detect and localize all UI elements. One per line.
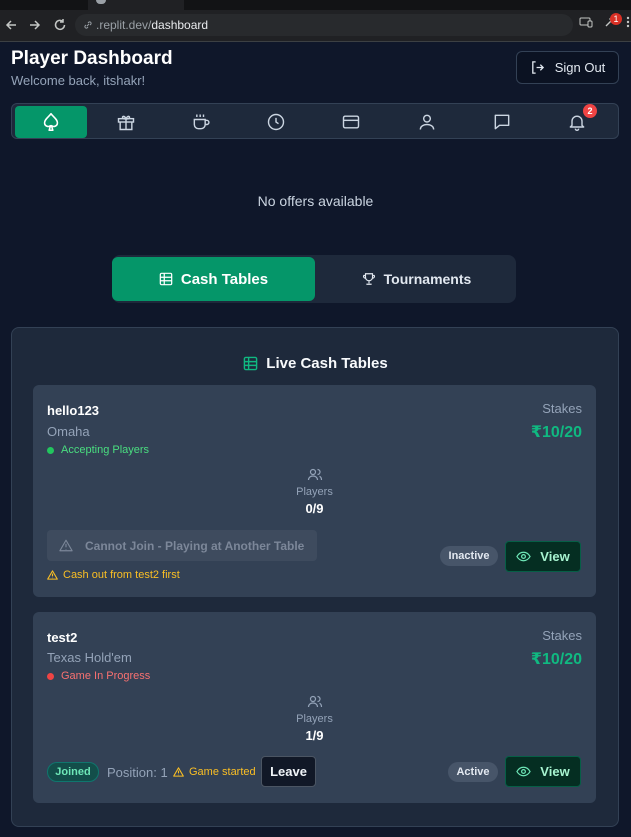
tab-cafe[interactable]: [165, 106, 237, 138]
table-icon: [243, 356, 258, 371]
table-name: hello123: [47, 403, 100, 418]
tab-rewards[interactable]: [90, 106, 162, 138]
back-icon[interactable]: [1, 15, 21, 35]
sign-out-icon: [530, 60, 545, 75]
cashout-warning: Cash out from test2 first: [47, 569, 180, 581]
live-tables-title: Live Cash Tables: [266, 354, 388, 372]
cash-tables-button[interactable]: Cash Tables: [112, 257, 315, 301]
tab-profile[interactable]: [391, 106, 463, 138]
tab-cash-games[interactable]: [15, 106, 87, 138]
sign-out-button[interactable]: Sign Out: [516, 51, 619, 84]
no-offers-message: No offers available: [257, 193, 374, 209]
users-icon: [33, 694, 596, 710]
table-status: Accepting Players: [47, 444, 149, 456]
stakes-value: ₹10/20: [530, 424, 582, 441]
stakes-value: ₹10/20: [530, 651, 582, 668]
view-label: View: [540, 764, 570, 779]
url-path: dashboard: [151, 18, 209, 32]
players-label: Players: [296, 486, 333, 498]
view-label: View: [540, 549, 570, 564]
gift-icon: [116, 112, 136, 132]
credit-card-icon: [341, 112, 361, 132]
tab-notifications[interactable]: [541, 106, 613, 138]
cannot-join-label: Cannot Join - Playing at Another Table: [85, 538, 305, 553]
clock-icon: [266, 112, 286, 132]
warning-icon: [59, 539, 73, 552]
cast-icon[interactable]: [579, 15, 597, 33]
status-label: Accepting Players: [61, 444, 150, 456]
message-icon: [492, 112, 512, 132]
url-host: .replit.dev/: [96, 18, 152, 32]
browser-toolbar: .replit.dev/dashboard 1: [0, 0, 631, 42]
spade-icon: [40, 111, 62, 133]
view-button[interactable]: View: [505, 541, 581, 572]
status-label: Game In Progress: [61, 670, 151, 682]
address-bar[interactable]: .replit.dev/dashboard: [75, 14, 573, 36]
warning-icon: [47, 570, 58, 580]
players-label: Players: [296, 713, 333, 725]
cash-tables-label: Cash Tables: [180, 270, 269, 288]
seat-position: Position: 1: [107, 765, 168, 780]
tab-strip: [0, 0, 631, 10]
warning-icon: [173, 767, 184, 777]
toolbar-divider: [0, 41, 631, 42]
leave-button[interactable]: Leave: [261, 756, 316, 787]
live-tables-heading: Live Cash Tables: [0, 354, 631, 372]
trophy-icon: [362, 272, 376, 286]
status-dot: [47, 446, 54, 454]
page-title: Player Dashboard: [11, 48, 173, 69]
tab-history[interactable]: [240, 106, 312, 138]
table-status: Game In Progress: [47, 670, 150, 682]
tournaments-button[interactable]: Tournaments: [315, 257, 518, 301]
tab-messages[interactable]: [466, 106, 538, 138]
coffee-icon: [191, 112, 211, 132]
table-card: hello123 Omaha Accepting Players Stakes …: [33, 385, 596, 597]
table-name: test2: [47, 630, 78, 645]
link-icon: [83, 20, 93, 30]
table-icon: [159, 272, 173, 286]
view-button[interactable]: View: [505, 756, 581, 787]
game-type: Texas Hold'em: [47, 650, 132, 665]
more-icon[interactable]: [625, 15, 631, 33]
welcome-text: Welcome back, itshakr!: [11, 73, 146, 88]
tab-payments[interactable]: [315, 106, 387, 138]
extension-badge: 1: [610, 13, 622, 25]
forward-icon[interactable]: [25, 15, 45, 35]
dashboard-nav: [11, 103, 619, 139]
eye-icon: [516, 766, 532, 777]
users-icon: [33, 467, 596, 483]
players-info: Players 1/9: [33, 694, 596, 743]
game-started-text: Game started: [189, 766, 256, 778]
status-badge: Inactive: [440, 546, 498, 566]
reload-icon[interactable]: [50, 15, 70, 35]
joined-badge: Joined: [47, 762, 99, 782]
sign-out-label: Sign Out: [554, 60, 606, 75]
stakes-label: Stakes: [542, 628, 582, 643]
eye-icon: [516, 551, 532, 562]
game-type: Omaha: [47, 424, 90, 439]
table-type-switch: Cash Tables Tournaments: [112, 255, 516, 303]
table-card: test2 Texas Hold'em Game In Progress Sta…: [33, 612, 596, 803]
players-info: Players 0/9: [33, 467, 596, 516]
cashout-warning-text: Cash out from test2 first: [63, 569, 180, 581]
cannot-join-button[interactable]: Cannot Join - Playing at Another Table: [47, 530, 317, 561]
tournaments-label: Tournaments: [383, 271, 472, 287]
stakes-label: Stakes: [542, 401, 582, 416]
status-dot: [47, 672, 54, 680]
players-count: 1/9: [305, 728, 324, 743]
game-started-notice: Game started: [173, 766, 256, 778]
user-icon: [417, 112, 437, 132]
players-count: 0/9: [305, 501, 324, 516]
status-badge: Active: [448, 762, 498, 782]
notification-badge: 2: [583, 104, 597, 118]
